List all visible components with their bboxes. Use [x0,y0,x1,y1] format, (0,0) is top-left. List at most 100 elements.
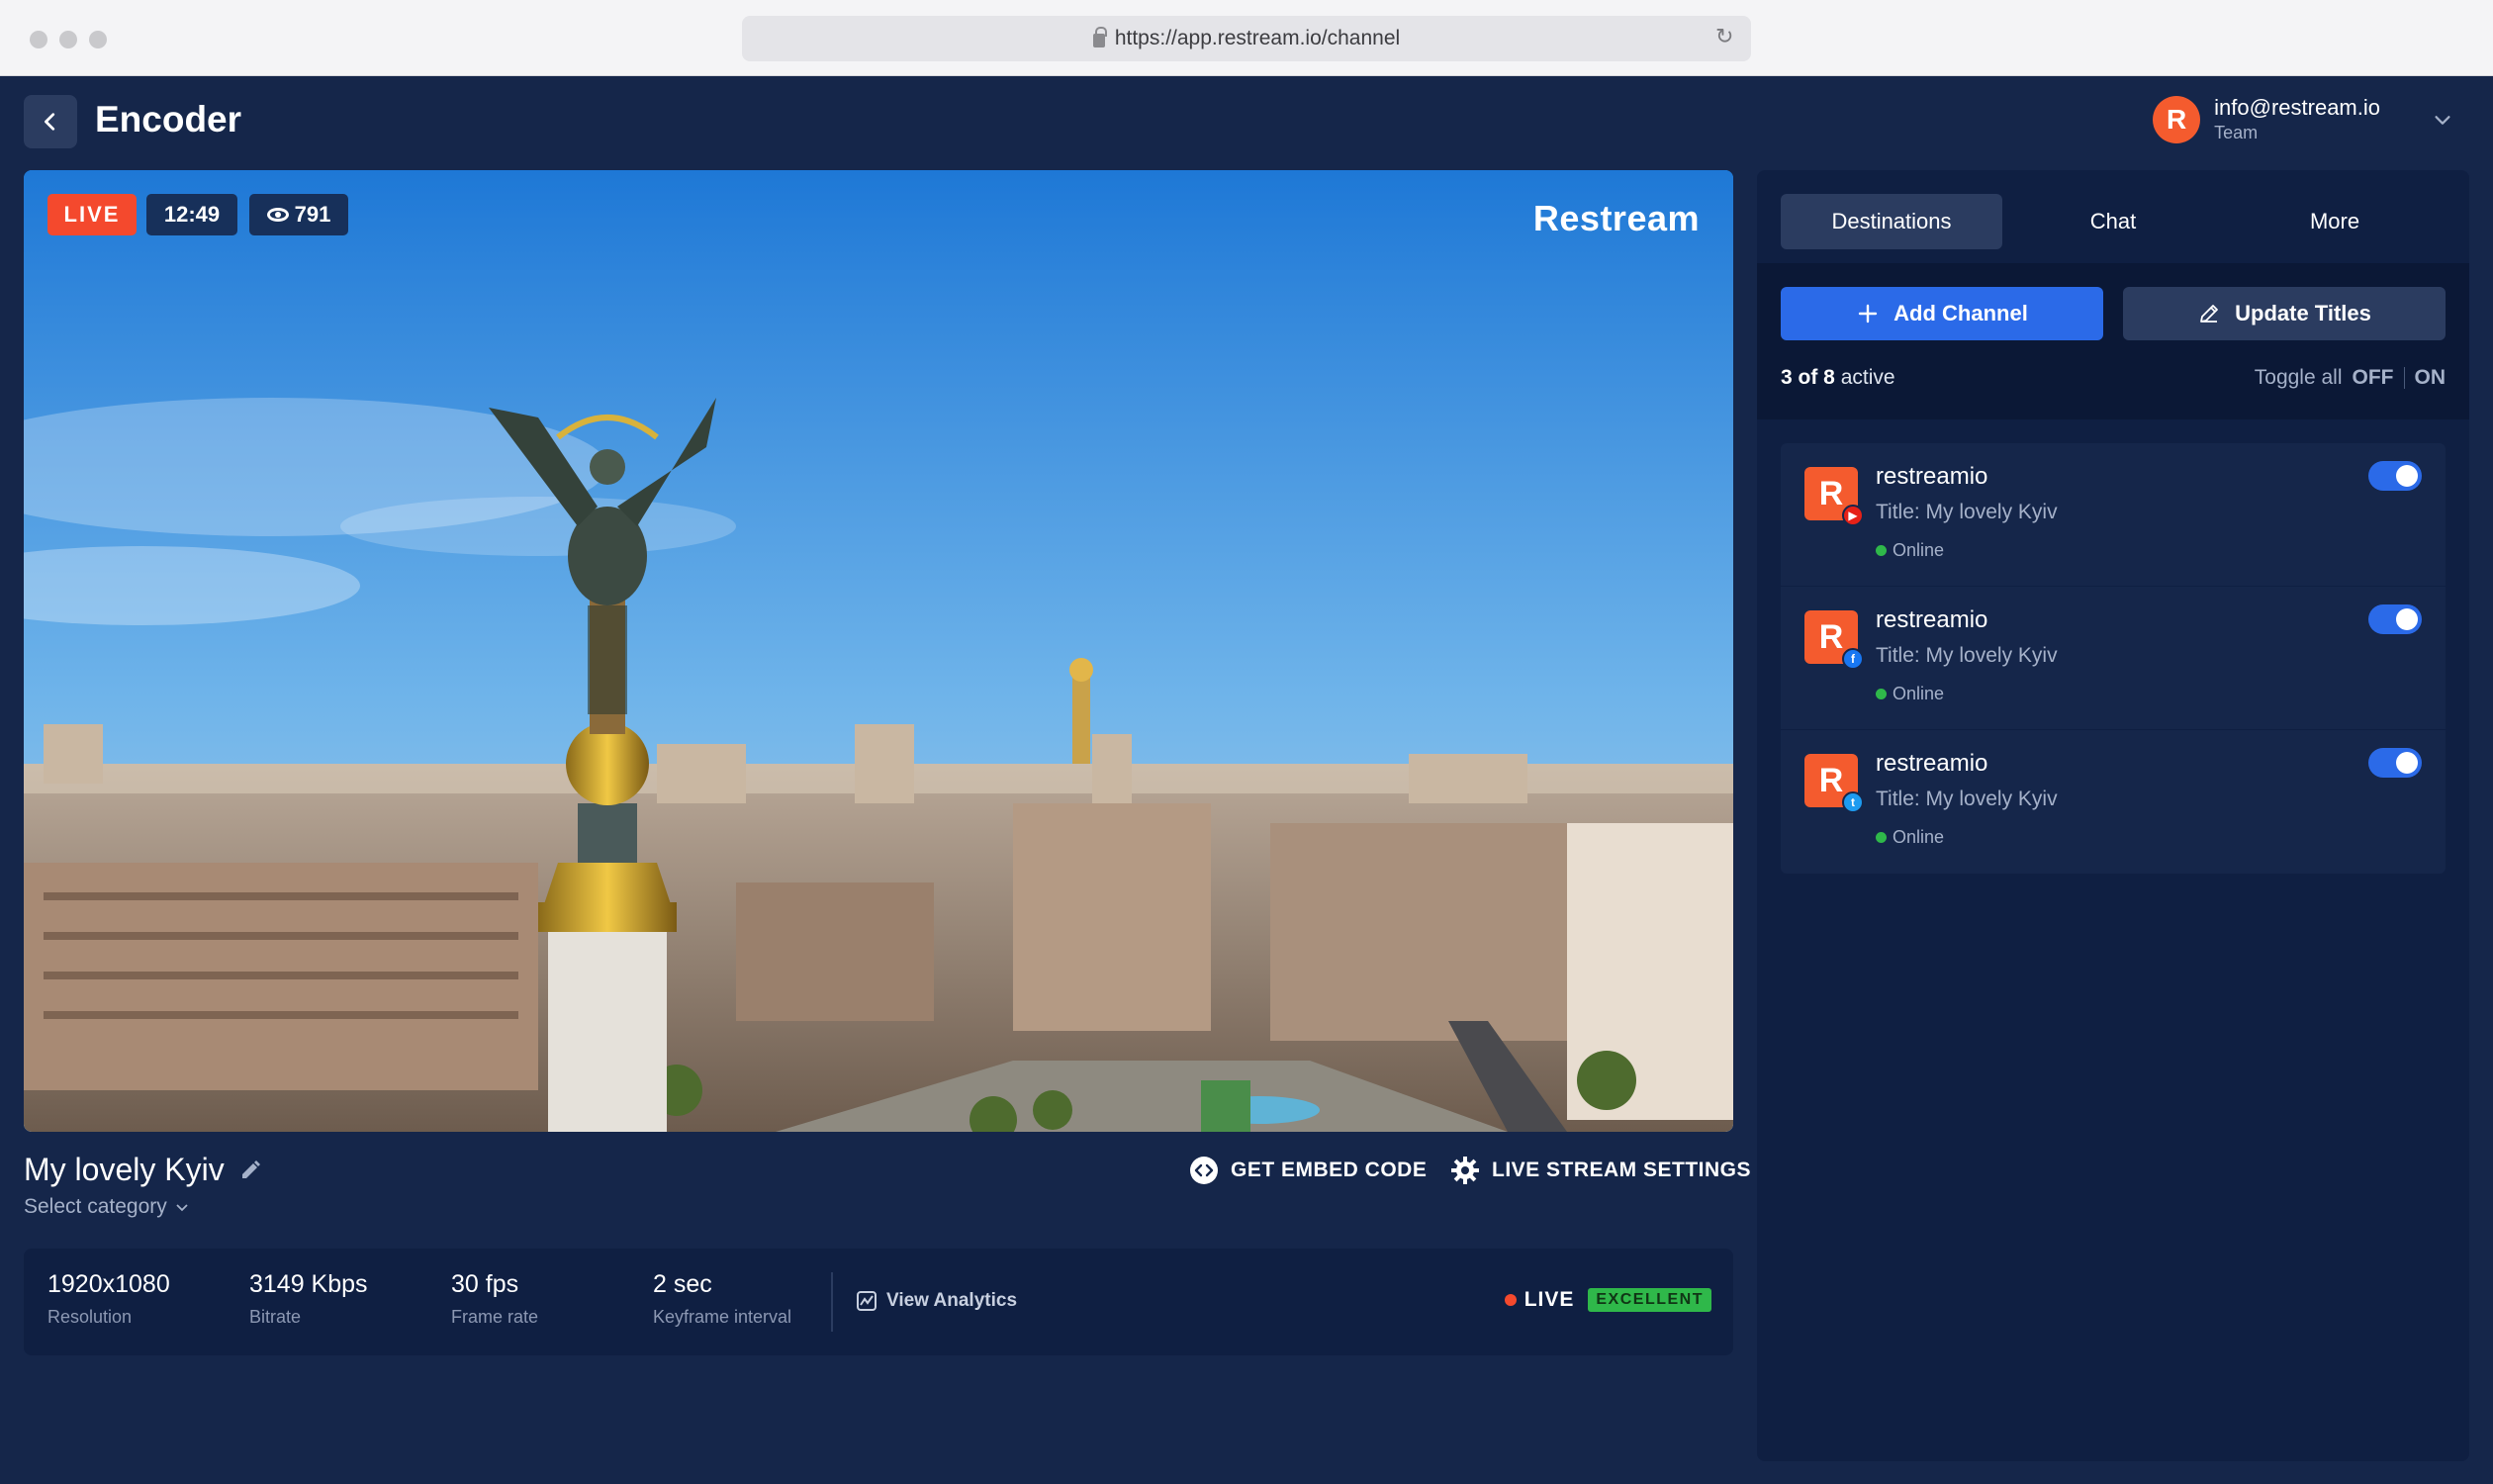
get-embed-code-button[interactable]: GET EMBED CODE [1189,1156,1427,1185]
stats-divider [831,1272,833,1332]
view-analytics-link[interactable]: View Analytics [857,1290,1017,1312]
channel-title: Title: My lovely Kyiv [1876,501,2058,523]
restream-watermark: Restream [1532,198,1700,238]
toggle-knob [2396,752,2418,774]
zoom-window-dot[interactable] [89,31,107,48]
chevron-left-icon [45,113,55,131]
live-dot-icon [1504,1294,1517,1306]
destinations-toolbar: Add Channel Update Titles 3 of 8 active … [1757,263,2469,419]
toggle-all-off-button[interactable]: OFF [2353,366,2394,390]
stat-value: 2 sec [653,1270,712,1298]
list-item[interactable]: R t restreamio Title: My lovely Kyiv Onl… [1781,730,2446,874]
account-menu[interactable]: R info@restream.io Team [2153,95,2453,143]
address-bar[interactable]: https://app.restream.io/channel ↻ [742,16,1751,61]
stat-value: 30 fps [451,1270,519,1298]
viewer-count-badge: 791 [249,194,348,235]
channel-avatar-letter: R [1818,474,1844,512]
channel-status: Online [1876,684,1944,704]
avatar: R [2153,95,2201,143]
analytics-icon [857,1291,877,1311]
toggle-knob [2396,608,2418,630]
reload-icon[interactable]: ↻ [1715,26,1735,47]
toggle-knob [2396,465,2418,487]
stat-resolution: 1920x1080 Resolution [47,1270,170,1328]
add-channel-button[interactable]: Add Channel [1781,287,2103,340]
channel-name: restreamio [1876,606,1988,633]
minimize-window-dot[interactable] [59,31,77,48]
youtube-icon: ▶ [1842,505,1864,526]
online-dot-icon [1876,832,1887,843]
tab-more[interactable]: More [2224,194,2446,249]
city-scene-image [24,170,1733,1132]
chevron-down-icon[interactable] [2432,109,2453,131]
gear-icon [1451,1157,1479,1184]
channel-name: restreamio [1876,750,1988,777]
channel-status-label: Online [1893,827,1945,847]
toggle-divider [2403,367,2405,389]
list-item[interactable]: R ▶ restreamio Title: My lovely Kyiv Onl… [1781,443,2446,587]
eye-icon [266,208,289,222]
active-count-suffix: active [1840,366,1895,389]
tab-destinations[interactable]: Destinations [1781,194,2002,249]
channel-status: Online [1876,540,1944,561]
channel-avatar: R t [1804,754,1864,813]
channel-avatar-letter: R [1818,617,1844,656]
update-titles-label: Update Titles [2235,301,2371,325]
online-dot-icon [1876,545,1887,556]
stat-value: 3149 Kbps [249,1270,368,1298]
view-analytics-label: View Analytics [886,1290,1018,1311]
category-select-label: Select category [24,1195,167,1218]
lock-icon [1092,27,1107,47]
channel-toggle[interactable] [2368,461,2422,491]
stream-title: My lovely Kyiv [24,1152,262,1188]
channel-avatar-letter: R [1818,761,1844,799]
pencil-icon [2200,305,2219,323]
stat-label: Bitrate [249,1307,302,1327]
update-titles-button[interactable]: Update Titles [2123,287,2446,340]
channel-status-label: Online [1893,684,1945,703]
account-email: info@restream.io [2214,95,2380,120]
viewer-count: 791 [294,202,331,227]
browser-chrome: https://app.restream.io/channel ↻ [0,0,2493,76]
account-info: info@restream.io Team [2214,95,2380,143]
channel-toggle[interactable] [2368,604,2422,634]
app-root: Encoder R info@restream.io Team LIVE 12:… [0,77,2493,1484]
toggle-all-label: Toggle all [2254,366,2343,389]
back-button[interactable] [24,95,77,148]
live-stream-settings-button[interactable]: LIVE STREAM SETTINGS [1450,1156,1751,1185]
pencil-icon[interactable] [238,1159,262,1182]
stat-frame-rate: 30 fps Frame rate [451,1270,538,1328]
panel-tabs: Destinations Chat More [1781,194,2446,249]
add-channel-label: Add Channel [1893,301,2028,325]
live-badge: LIVE [47,194,137,235]
toggle-all-on-button[interactable]: ON [2415,366,2447,390]
quality-badge: EXCELLENT [1588,1288,1711,1312]
stat-bitrate: 3149 Kbps Bitrate [249,1270,368,1328]
toggle-all: Toggle all OFF ON [2255,366,2446,390]
page-title: Encoder [95,99,242,139]
stat-label: Resolution [47,1307,133,1327]
active-channel-count: 3 of 8 active [1781,366,1895,390]
channel-avatar: R f [1804,610,1864,670]
channel-avatar: R ▶ [1804,467,1864,526]
channel-status: Online [1876,827,1944,848]
channel-title: Title: My lovely Kyiv [1876,644,2058,667]
channel-status-label: Online [1893,540,1945,560]
stat-label: Frame rate [451,1307,539,1327]
destinations-panel: Destinations Chat More Add Channel Updat… [1757,170,2469,1461]
stat-value: 1920x1080 [47,1270,170,1298]
active-count-value: 3 of 8 [1781,366,1835,389]
channel-title: Title: My lovely Kyiv [1876,788,2058,810]
twitter-icon: t [1842,791,1864,813]
list-item[interactable]: R f restreamio Title: My lovely Kyiv Onl… [1781,587,2446,730]
online-dot-icon [1876,689,1887,699]
embed-code-icon [1190,1157,1218,1184]
category-select[interactable]: Select category [24,1195,189,1219]
chevron-down-icon [176,1204,188,1212]
facebook-icon: f [1842,648,1864,670]
channel-toggle[interactable] [2368,748,2422,778]
video-preview[interactable]: LIVE 12:49 791 Restream [24,170,1733,1132]
tab-chat[interactable]: Chat [2002,194,2224,249]
close-window-dot[interactable] [30,31,47,48]
address-bar-url: https://app.restream.io/channel [1114,27,1401,49]
